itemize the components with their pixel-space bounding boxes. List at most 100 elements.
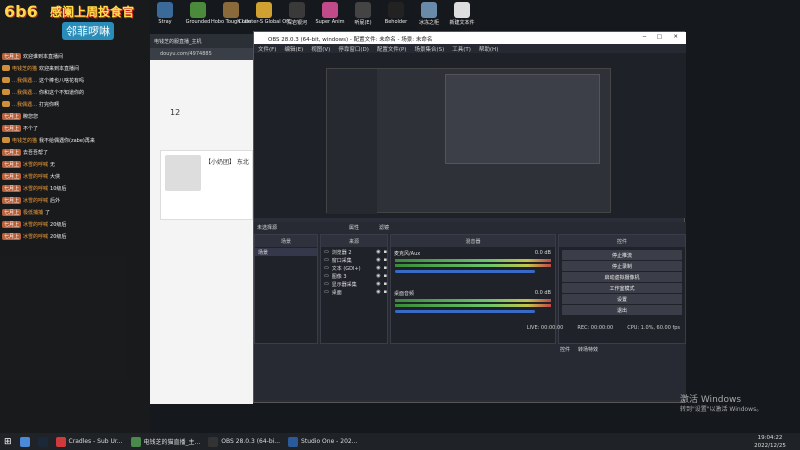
close-icon[interactable]: ✕: [673, 34, 678, 40]
source-item[interactable]: ▭ 桌面 ◉ ▪: [321, 288, 387, 296]
taskbar-app[interactable]: OBS 28.0.3 (64-bi...: [204, 434, 284, 449]
volume-slider[interactable]: [395, 310, 535, 313]
volume-meter: [395, 299, 551, 302]
lock-icon[interactable]: ▪: [384, 249, 387, 255]
desktop-icon[interactable]: Counter-S Global Off: [238, 2, 290, 34]
chat-text: 欢迎谁到本直播间: [23, 53, 64, 60]
obs-dock-panels: 未选择源 属性 滤镜 场景 场景 来源 ▭ 浏览器 2 ◉ ▪ ▭ 窗口采集 ◉ ▪ ▭ 文本 (…: [254, 222, 686, 400]
lock-icon[interactable]: ▪: [384, 281, 387, 287]
source-item[interactable]: ▭ 窗口采集 ◉ ▪: [321, 256, 387, 264]
lock-icon[interactable]: ▪: [384, 257, 387, 263]
desktop-icon[interactable]: Stray: [150, 2, 180, 34]
taskbar-app[interactable]: Studio One - 202...: [284, 434, 361, 449]
properties-button[interactable]: 属性: [349, 224, 359, 231]
control-button[interactable]: 退出: [562, 305, 682, 315]
visibility-icon[interactable]: ◉: [376, 289, 380, 295]
activation-subtitle: 转到"设置"以激活 Windows。: [680, 406, 763, 413]
browser-address-bar[interactable]: douyu.com/4974885: [150, 48, 253, 60]
minimize-icon[interactable]: ─: [643, 34, 646, 40]
fan-badge: 七月上: [2, 112, 22, 120]
menu-item[interactable]: 工具(T): [452, 45, 471, 53]
desktop-icon[interactable]: Super Anim: [315, 2, 345, 34]
source-item[interactable]: ▭ 显示器采集 ◉ ▪: [321, 280, 387, 288]
visibility-icon[interactable]: ◉: [376, 281, 380, 287]
control-button[interactable]: 工作室模式: [562, 283, 682, 293]
chat-overlay: 6b6 感阑上周投食官 邻菲啰啉 七月上 欢迎谁到本直播间 电钱芝的猫 欢迎来到本直播…: [0, 0, 150, 433]
taskbar-app[interactable]: [34, 434, 52, 449]
fan-badge: 七月上: [2, 208, 22, 216]
app-icon: [223, 2, 239, 18]
volume-slider[interactable]: [395, 270, 535, 273]
visibility-icon[interactable]: ◉: [376, 249, 380, 255]
browser-tab[interactable]: 电钱芝的服直播_主机: [154, 38, 202, 45]
chat-text: 无: [50, 161, 56, 168]
fan-badge: 七月上: [2, 220, 22, 228]
chat-message: 七月上 瞭您您: [2, 110, 150, 122]
desktop-icon[interactable]: 深岩银河: [282, 2, 312, 34]
app-icon: [288, 436, 299, 447]
visibility-icon[interactable]: ◉: [376, 265, 380, 271]
menu-item[interactable]: 视图(V): [311, 45, 330, 53]
taskbar-app[interactable]: [16, 434, 34, 449]
app-icon: [55, 436, 66, 447]
system-tray[interactable]: 19:04:22 2022/12/25: [740, 433, 800, 450]
visibility-icon[interactable]: ◉: [376, 257, 380, 263]
dock-tab[interactable]: 转场特效: [578, 346, 598, 353]
scene-item[interactable]: 场景: [255, 248, 317, 256]
fan-badge: 七月上: [2, 160, 22, 168]
chat-text: 打完你啊: [39, 101, 60, 108]
filters-button[interactable]: 滤镜: [379, 224, 389, 231]
start-button[interactable]: ⊞: [0, 434, 16, 449]
control-button[interactable]: 启动虚拟摄像机: [562, 272, 682, 282]
taskbar-app[interactable]: 电钱芝的猫直播_主...: [127, 434, 205, 449]
lock-icon[interactable]: ▪: [384, 273, 387, 279]
obs-window[interactable]: OBS 28.0.3 (64-bit, windows) - 配置文件: 未命名…: [253, 31, 686, 403]
desktop-icon[interactable]: Hobo Tough Life: [211, 2, 251, 34]
source-label: 文本 (GDI+): [331, 265, 361, 272]
app-icon: [421, 2, 437, 18]
fan-badge: 七月上: [2, 52, 22, 60]
mixer-list: 麦克风/Aux 0.0 dB 桌面音频 0.0 dB: [391, 249, 555, 329]
chat-username: 冰雪的呼喊: [23, 185, 49, 192]
control-button[interactable]: 停止录制: [562, 261, 682, 271]
fan-name-badge: 邻菲啰啉: [62, 22, 114, 40]
source-item[interactable]: ▭ 浏览器 2 ◉ ▪: [321, 248, 387, 256]
desktop-icon[interactable]: 冰冻之柜: [414, 2, 444, 34]
room-card[interactable]: 【小奶团】 东北: [160, 150, 253, 220]
menu-item[interactable]: 停靠窗口(D): [338, 45, 369, 53]
menu-item[interactable]: 帮助(H): [479, 45, 498, 53]
source-item[interactable]: ▭ 图像 3 ◉ ▪: [321, 272, 387, 280]
taskbar-app[interactable]: Cradles - Sub Ur...: [52, 434, 127, 449]
control-button[interactable]: 设置: [562, 294, 682, 304]
source-type-icon: ▭: [324, 289, 329, 295]
fan-badge: 七月上: [2, 232, 22, 240]
panel-header: 控件: [559, 235, 685, 247]
visibility-icon[interactable]: ◉: [376, 273, 380, 279]
obs-preview[interactable]: [254, 53, 686, 218]
desktop-icon[interactable]: Beholder: [381, 2, 411, 34]
desktop-icon[interactable]: 新建文本件: [447, 2, 477, 34]
lock-icon[interactable]: ▪: [384, 289, 387, 295]
menu-item[interactable]: 文件(F): [258, 45, 276, 53]
chat-message: 电钱芝的猫 我不给偶遇你(zabe)再来: [2, 134, 150, 146]
chat-message: 七月上 冰雪的呼喊 10级后: [2, 182, 150, 194]
dock-tab[interactable]: 控件: [560, 346, 570, 353]
rec-status: REC: 00:00:00: [577, 325, 614, 331]
chat-username: …我偶遇…: [12, 77, 38, 84]
desktop-icon[interactable]: 听屁(E): [348, 2, 378, 34]
menu-item[interactable]: 编辑(E): [284, 45, 303, 53]
level-badge: [2, 65, 10, 71]
source-type-icon: ▭: [324, 273, 329, 279]
browser-window[interactable]: 电钱芝的服直播_主机 douyu.com/4974885 12 【小奶团】 东北: [150, 34, 253, 404]
chat-username: 电钱芝的猫: [12, 137, 38, 144]
lock-icon[interactable]: ▪: [384, 265, 387, 271]
control-button[interactable]: 停止推流: [562, 250, 682, 260]
maximize-icon[interactable]: □: [657, 34, 662, 40]
menu-item[interactable]: 场景集合(S): [414, 45, 444, 53]
desktop-icon[interactable]: Grounded: [183, 2, 213, 34]
chat-username: 冰雪的呼喊: [23, 221, 49, 228]
app-icon: [289, 2, 305, 18]
menu-item[interactable]: 配置文件(P): [377, 45, 407, 53]
no-source-label: 未选择源: [257, 225, 278, 231]
source-item[interactable]: ▭ 文本 (GDI+) ◉ ▪: [321, 264, 387, 272]
